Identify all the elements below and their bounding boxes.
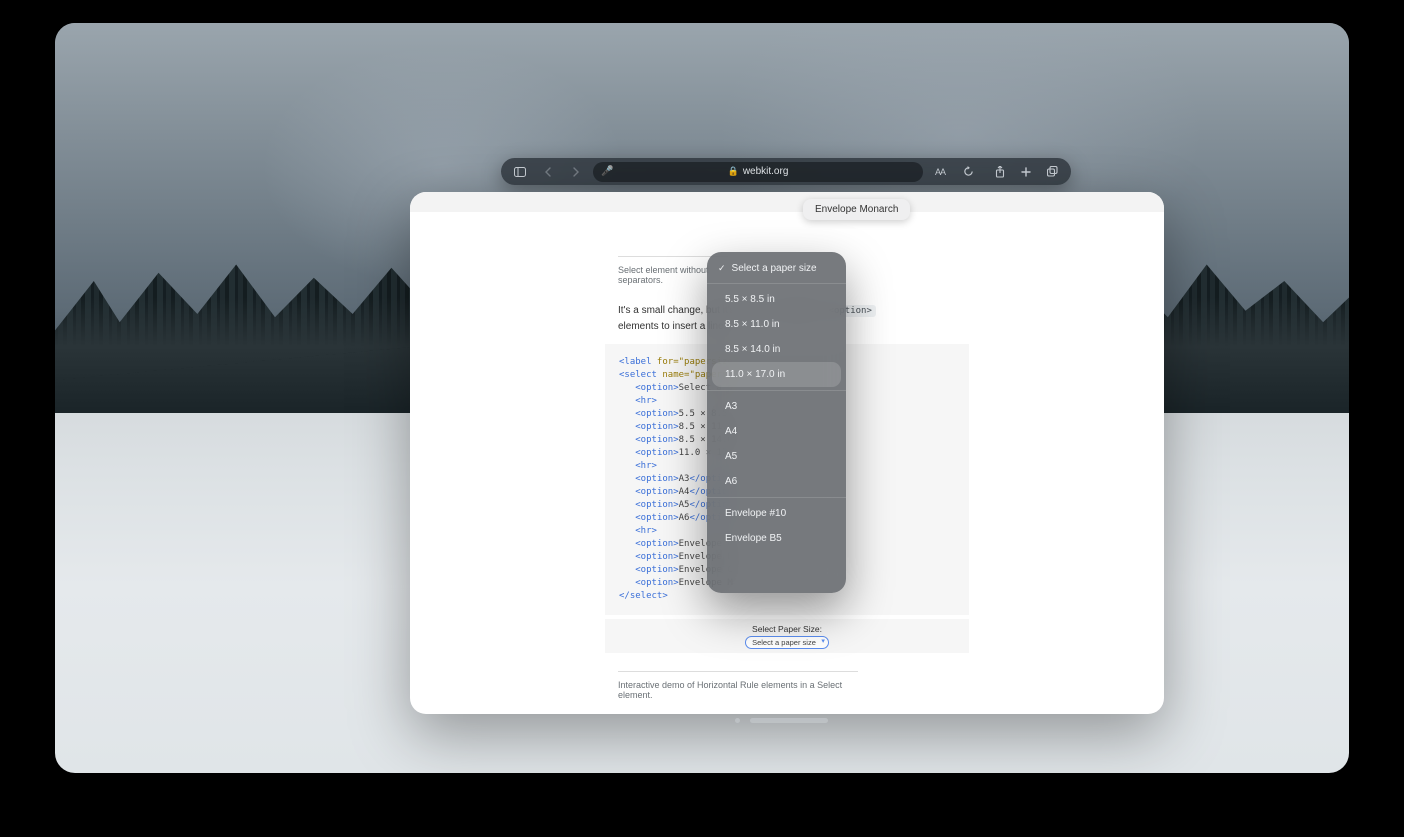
lock-icon: 🔒 bbox=[728, 166, 739, 177]
popover-option[interactable]: A5 bbox=[707, 444, 846, 469]
back-button[interactable] bbox=[537, 161, 559, 183]
popover-header-label: Select a paper size bbox=[732, 263, 817, 274]
popover-option[interactable]: 8.5 × 11.0 in bbox=[707, 312, 846, 337]
voice-icon[interactable]: 🎤 bbox=[601, 166, 613, 177]
checkmark-icon: ✓ bbox=[718, 263, 726, 274]
window-grabber[interactable] bbox=[750, 718, 828, 723]
select-popover: ✓ Select a paper size 5.5 × 8.5 in8.5 × … bbox=[707, 252, 846, 593]
address-bar[interactable]: 🎤 🔒 webkit.org bbox=[593, 162, 923, 182]
new-tab-button[interactable] bbox=[1015, 161, 1037, 183]
popover-option[interactable]: 11.0 × 17.0 in bbox=[712, 362, 841, 387]
browser-toolbar: 🎤 🔒 webkit.org AA bbox=[501, 158, 1071, 185]
popover-option[interactable]: 8.5 × 14.0 in bbox=[707, 337, 846, 362]
interactive-demo: Select Paper Size: Select a paper size bbox=[605, 619, 969, 653]
popover-option[interactable]: Envelope B5 bbox=[707, 526, 846, 551]
popover-option[interactable]: A3 bbox=[707, 394, 846, 419]
popover-option[interactable]: 5.5 × 8.5 in bbox=[707, 287, 846, 312]
reload-button[interactable] bbox=[957, 161, 979, 183]
text-size-button[interactable]: AA bbox=[929, 161, 951, 183]
popover-option[interactable]: Envelope #10 bbox=[707, 501, 846, 526]
popover-option[interactable]: A4 bbox=[707, 419, 846, 444]
forward-button[interactable] bbox=[565, 161, 587, 183]
tabs-button[interactable] bbox=[1041, 161, 1063, 183]
hover-tooltip: Envelope Monarch bbox=[803, 199, 910, 220]
popover-header[interactable]: ✓ Select a paper size bbox=[707, 258, 846, 284]
demo-select[interactable]: Select a paper size bbox=[745, 636, 829, 649]
demo-label: Select Paper Size: bbox=[752, 624, 822, 634]
figure-caption-2: Interactive demo of Horizontal Rule elem… bbox=[618, 671, 858, 712]
sidebar-toggle-button[interactable] bbox=[509, 161, 531, 183]
url-host: webkit.org bbox=[743, 166, 789, 177]
popover-option[interactable]: A6 bbox=[707, 469, 846, 494]
share-button[interactable] bbox=[989, 161, 1011, 183]
demo-strip-top bbox=[410, 192, 1164, 212]
